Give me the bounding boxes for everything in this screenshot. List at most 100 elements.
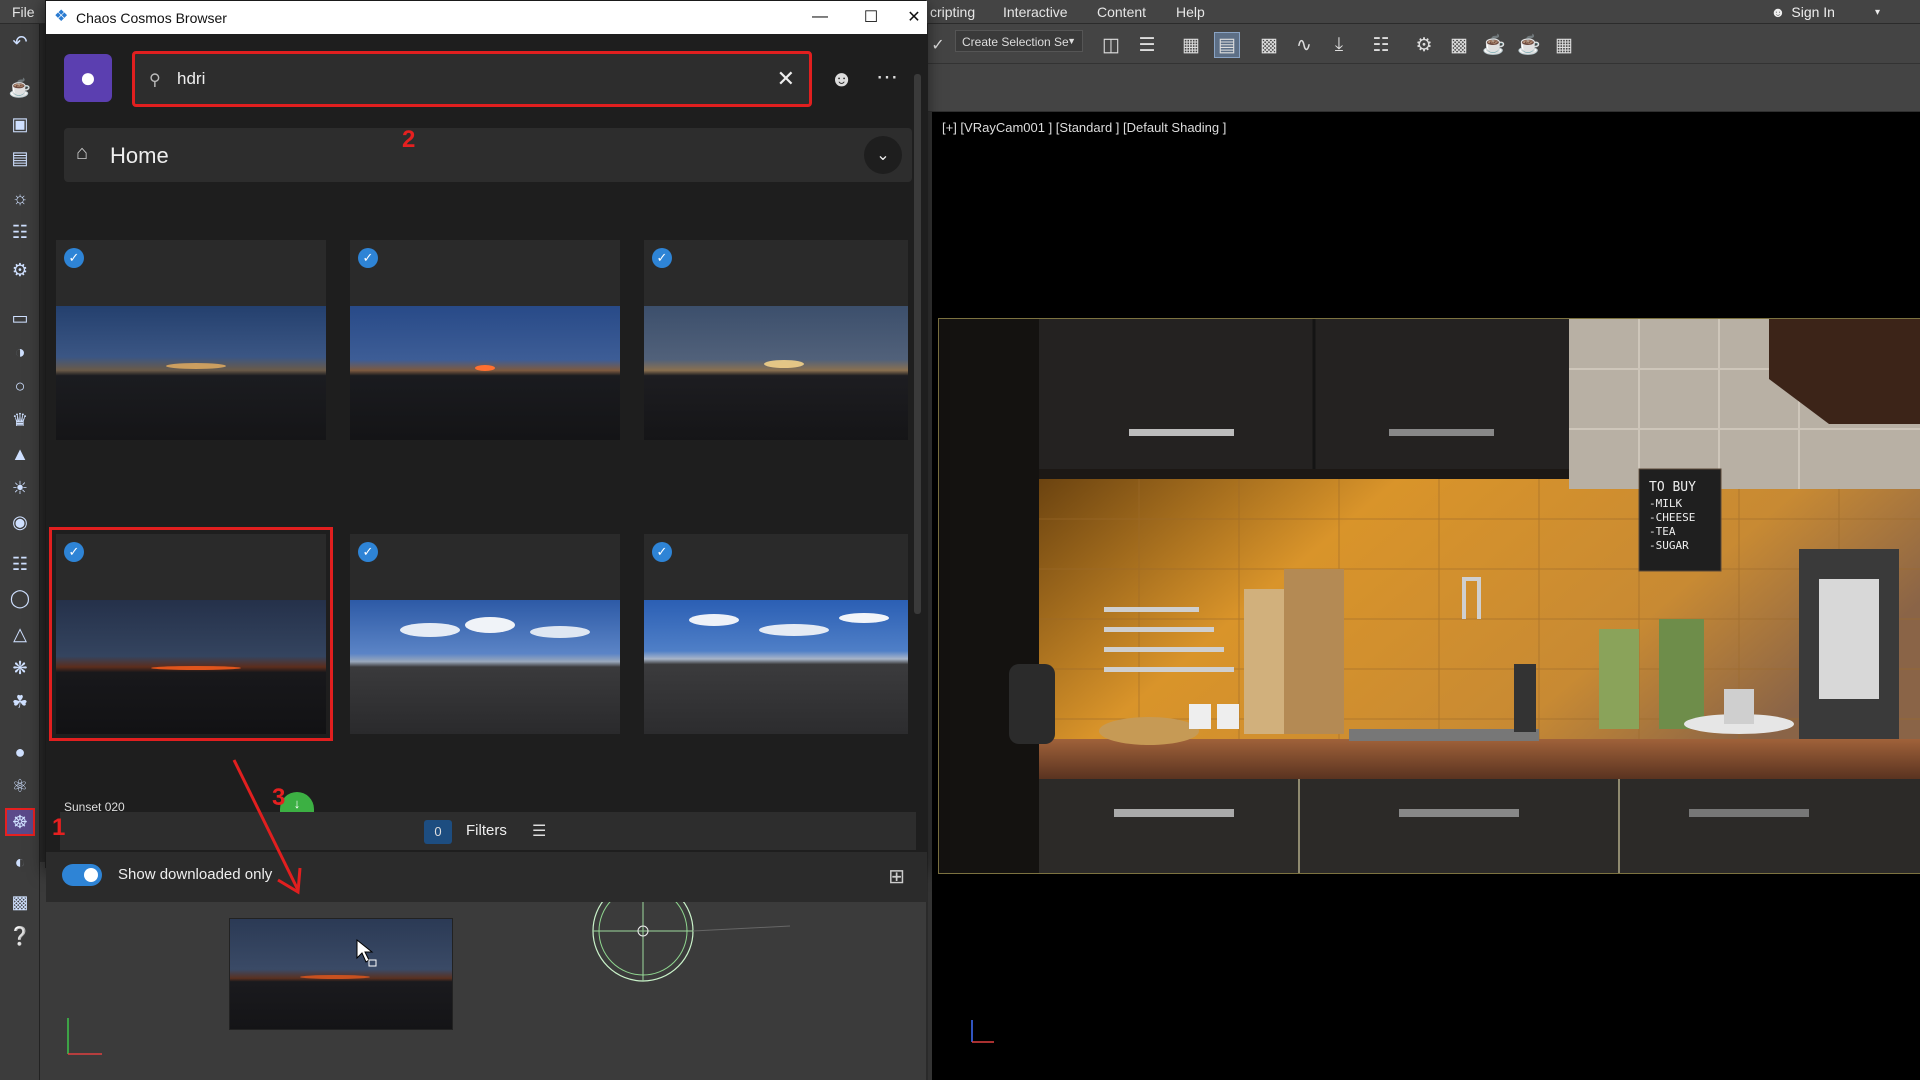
material-editor-icon[interactable]: ⚙ [1411, 32, 1437, 58]
show-downloaded-toggle[interactable] [62, 864, 102, 886]
teapot-icon[interactable]: ☕ [7, 76, 33, 100]
selection-set-dropdown[interactable]: Create Selection Se ▼ [955, 30, 1083, 52]
scatter-icon[interactable]: △ [7, 622, 33, 646]
hdri-card-3[interactable]: ✓ [644, 240, 908, 440]
sphere-light-icon[interactable]: ○ [7, 374, 33, 398]
sign-in-button[interactable]: ☻ Sign In ▾ [1771, 2, 1880, 22]
proxy-icon[interactable]: ◯ [7, 586, 33, 610]
align-icon[interactable]: ☰ [1134, 32, 1160, 58]
annotation-3: 3 [272, 784, 286, 811]
cosmos-browser-window: ❖ Chaos Cosmos Browser — ☐ ✕ ● ⚲ hdri ✕ … [45, 0, 927, 902]
vray-frame-buffer-icon[interactable]: ▣ [7, 112, 33, 136]
downloaded-check-icon: ✓ [358, 542, 378, 562]
lister-icon[interactable]: ☷ [7, 220, 33, 244]
ies-light-icon[interactable]: ▲ [7, 442, 33, 466]
home-label: Home [110, 143, 169, 168]
undo-icon[interactable]: ↶ [7, 30, 33, 54]
downloaded-check-icon: ✓ [64, 248, 84, 268]
downloaded-check-icon: ✓ [64, 542, 84, 562]
render-setup-icon[interactable]: ▩ [1446, 32, 1472, 58]
hdri-card-2[interactable]: ✓ [350, 240, 620, 440]
layer-explorer-icon[interactable]: ▤ [1214, 32, 1240, 58]
hdri-card-sunset-020[interactable]: ✓ [49, 527, 333, 741]
clipper-icon[interactable]: ❋ [7, 656, 33, 680]
schematic-view-icon[interactable]: ☷ [1368, 32, 1394, 58]
hdri-thumbnail [56, 600, 326, 734]
scrollbar[interactable] [914, 74, 921, 614]
search-box[interactable]: ⚲ hdri ✕ [132, 51, 812, 107]
secondary-toolbar [928, 64, 1920, 112]
downloaded-check-icon: ✓ [652, 542, 672, 562]
hdri-card-6[interactable]: ✓ [644, 534, 908, 734]
mirror-icon[interactable]: ◫ [1098, 32, 1124, 58]
minimize-icon[interactable]: — [800, 5, 840, 29]
render-icon[interactable]: ☕ [1516, 32, 1542, 58]
hdri-card-1[interactable]: ✓ [56, 240, 326, 440]
axis-gizmo [971, 1020, 994, 1043]
annotation-2: 2 [402, 126, 416, 153]
vision-icon[interactable]: ◐ [7, 850, 33, 874]
home-dropdown[interactable]: ⌂ Home ⌄ [64, 128, 912, 182]
dope-sheet-icon[interactable]: ⤓ [1326, 32, 1352, 58]
search-input[interactable]: hdri [177, 69, 205, 89]
clear-search-icon[interactable]: ✕ [777, 66, 795, 92]
cosmos-browser-icon[interactable]: ☸ [5, 808, 35, 836]
kitchen-render-image: TO BUY -MILK -CHEESE -TEA -SUGAR [939, 319, 1920, 873]
hdri-preview-image [230, 919, 452, 1029]
ribbon-icon[interactable]: ▩ [1256, 32, 1282, 58]
sun-icon[interactable]: ☀ [7, 476, 33, 500]
menu-interactive[interactable]: Interactive [1003, 4, 1068, 20]
sign-line-5: -SUGAR [1649, 539, 1689, 552]
cosmos-app-icon: ❖ [54, 8, 69, 25]
window-titlebar[interactable]: ❖ Chaos Cosmos Browser — ☐ ✕ [46, 1, 927, 34]
main-toolbar: ✓ Create Selection Se ▼ ◫ ☰ ▦ ▤ ▩ ∿ ⤓ ☷ … [928, 24, 1920, 64]
plane-light-icon[interactable]: ▭ [7, 306, 33, 330]
filters-label[interactable]: Filters [466, 822, 507, 839]
menu-content[interactable]: Content [1097, 4, 1146, 20]
menu-scripting[interactable]: cripting [930, 4, 975, 20]
sign-in-label: Sign In [1791, 4, 1835, 20]
render-frame-icon[interactable]: ☕ [1481, 32, 1507, 58]
kitchen-render: TO BUY -MILK -CHEESE -TEA -SUGAR [938, 318, 1920, 874]
filter-bar[interactable]: 0 Filters ☰ [60, 812, 916, 850]
sphere-icon[interactable]: ● [7, 740, 33, 764]
chaos-scatter-icon[interactable]: ☘ [7, 690, 33, 714]
left-toolbar: ↶ ☕ ▣ ▤ ☼ ☷ ⚙ ▭ ◑ ○ ♛ ▲ ☀ ◉ ☷ ◯ △ ❋ ☘ ● … [0, 24, 40, 1080]
camera-viewport[interactable]: [+] [VRayCam001 ] [Standard ] [Default S… [928, 112, 1920, 1080]
sliders-icon[interactable]: ☰ [532, 821, 546, 841]
axis-gizmo-left [67, 1018, 102, 1055]
menu-file[interactable]: File [12, 4, 35, 20]
chevron-down-icon[interactable]: ⌄ [864, 136, 902, 174]
cosmos-logo[interactable]: ● [64, 54, 112, 102]
dome-light-icon[interactable]: ◑ [7, 340, 33, 364]
picture-icon[interactable]: ▤ [7, 146, 33, 170]
file-manager-icon[interactable]: ▩ [7, 890, 33, 914]
curve-editor-icon[interactable]: ∿ [1291, 32, 1317, 58]
ambient-light-icon[interactable]: ◉ [7, 510, 33, 534]
settings-icon[interactable]: ⚙ [7, 258, 33, 282]
home-icon: ⌂ [76, 142, 89, 164]
mouse-cursor-icon [356, 938, 377, 967]
hdri-thumbnail [350, 306, 620, 440]
hdri-card-5[interactable]: ✓ [350, 534, 620, 734]
close-icon[interactable]: ✕ [902, 5, 926, 29]
vray-toolbar-icon[interactable]: ▦ [1551, 32, 1577, 58]
hdri-thumbnail [644, 600, 908, 734]
scene-explorer-icon[interactable]: ▦ [1178, 32, 1204, 58]
snap-icon[interactable]: ✓ [928, 32, 948, 58]
grid-view-icon[interactable]: ⊞ [888, 864, 905, 889]
menu-help[interactable]: Help [1176, 4, 1205, 20]
light-icon[interactable]: ☼ [7, 186, 33, 210]
material-library-icon[interactable]: ⚛ [7, 774, 33, 798]
account-icon[interactable]: ☻ [830, 66, 853, 92]
dragged-hdri-thumbnail[interactable] [229, 918, 453, 1030]
help-icon[interactable]: ❔ [7, 924, 33, 948]
search-icon: ⚲ [149, 72, 161, 89]
fur-icon[interactable]: ☷ [7, 552, 33, 576]
chevron-down-icon: ▼ [1067, 36, 1076, 46]
more-options-icon[interactable]: ⋯ [876, 64, 899, 90]
viewport-label[interactable]: [+] [VRayCam001 ] [Standard ] [Default S… [942, 120, 1226, 135]
mesh-light-icon[interactable]: ♛ [7, 408, 33, 432]
maximize-icon[interactable]: ☐ [851, 5, 891, 29]
cosmos-body: ● ⚲ hdri ✕ ☻ ⋯ ⌂ Home ⌄ ✓ ✓ ✓ ✓ ✓ ✓ Suns… [46, 34, 927, 902]
